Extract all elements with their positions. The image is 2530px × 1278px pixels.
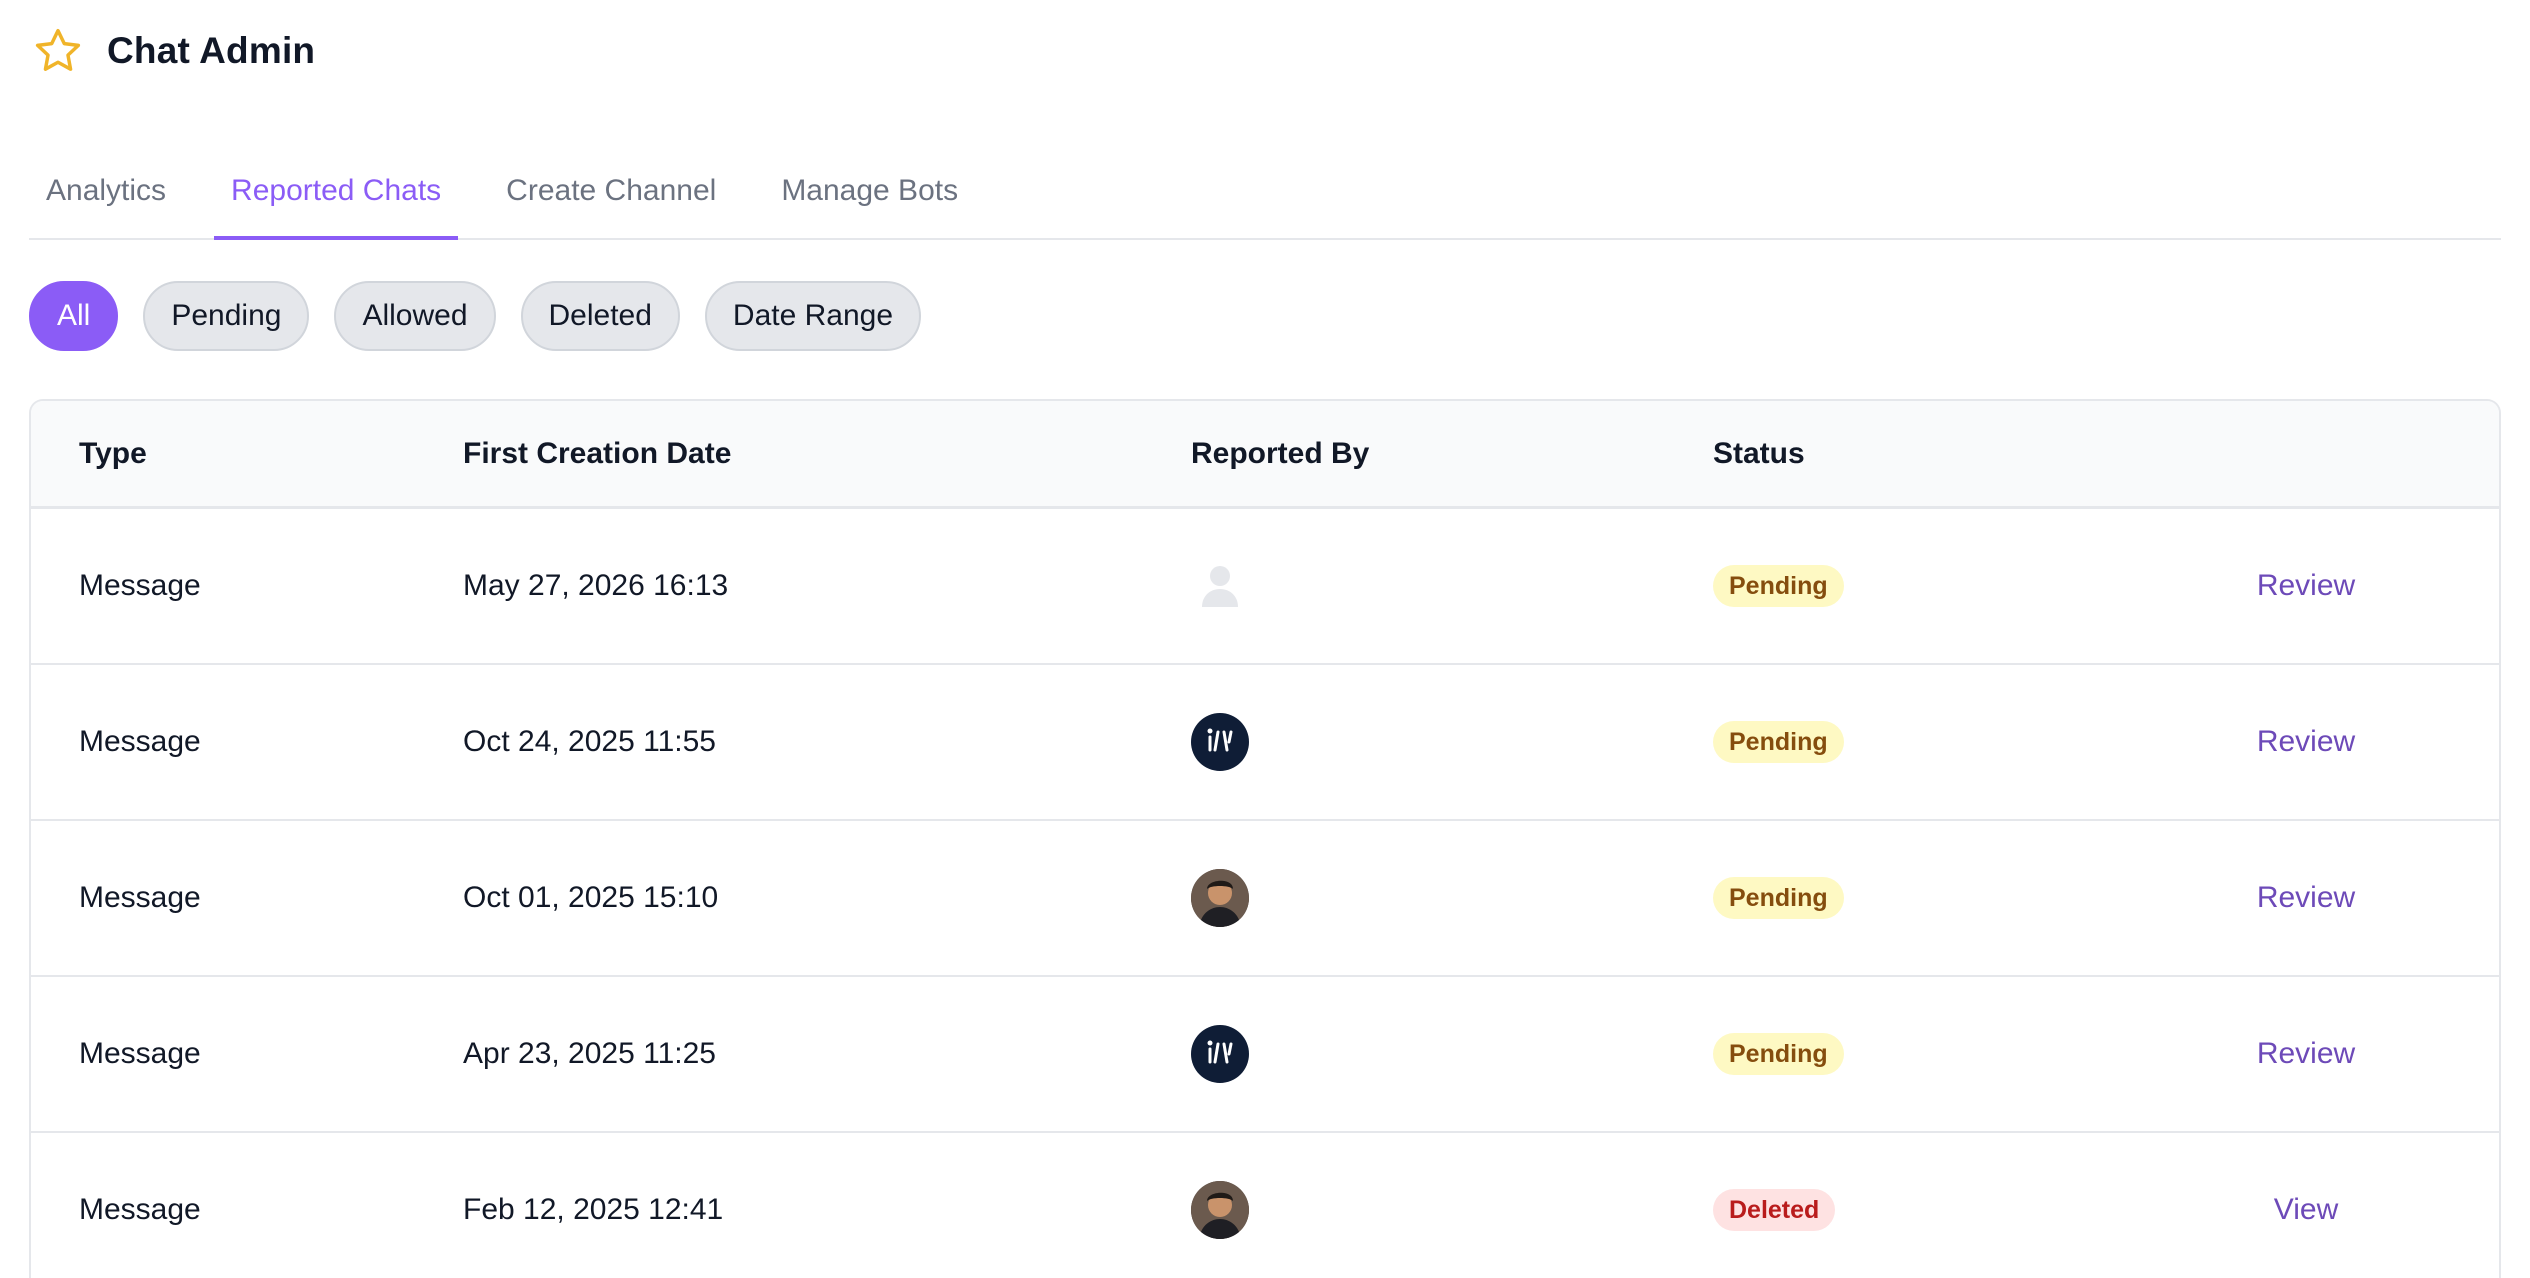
column-header-date: First Creation Date [463, 436, 732, 470]
logo-avatar[interactable] [1191, 1025, 1249, 1083]
table-row[interactable]: Message Apr 23, 2025 11:25 Pending Revie… [31, 977, 2499, 1133]
review-link[interactable]: Review [2257, 725, 2355, 758]
reported-chats-table: Type First Creation Date Reported By Sta… [29, 399, 2501, 1278]
column-header-reported-by: Reported By [1191, 436, 1370, 470]
row-date: Apr 23, 2025 11:25 [463, 1037, 716, 1070]
tab-analytics[interactable]: Analytics [29, 142, 183, 240]
status-badge: Deleted [1713, 1189, 1836, 1231]
column-header-status: Status [1713, 436, 1805, 470]
row-type: Message [79, 725, 201, 758]
view-link[interactable]: View [2274, 1193, 2338, 1226]
row-type: Message [79, 881, 201, 914]
tab-manage-bots[interactable]: Manage Bots [764, 142, 975, 240]
filter-date-range-chip[interactable]: Date Range [704, 281, 922, 351]
row-type: Message [79, 1037, 201, 1070]
page: Chat Admin Analytics Reported Chats Crea… [0, 0, 2530, 1278]
photo-avatar[interactable] [1191, 1181, 1249, 1239]
filter-pending-chip[interactable]: Pending [143, 281, 310, 351]
status-badge: Pending [1713, 877, 1844, 919]
default-user-avatar[interactable] [1191, 557, 1249, 615]
filter-all-chip[interactable]: All [29, 281, 119, 351]
status-badge: Pending [1713, 565, 1844, 607]
tab-create-channel[interactable]: Create Channel [489, 142, 733, 240]
review-link[interactable]: Review [2257, 881, 2355, 914]
star-icon[interactable] [31, 24, 85, 78]
logo-avatar[interactable] [1191, 713, 1249, 771]
row-type: Message [79, 569, 201, 602]
app-title: Chat Admin [107, 30, 316, 71]
app-header: Chat Admin [29, 0, 2501, 102]
row-date: Oct 01, 2025 15:10 [463, 881, 719, 914]
filter-deleted-chip[interactable]: Deleted [520, 281, 680, 351]
row-date: Oct 24, 2025 11:55 [463, 725, 716, 758]
filter-allowed-chip[interactable]: Allowed [334, 281, 496, 351]
filter-chips: All Pending Allowed Deleted Date Range [29, 280, 2501, 352]
table-header: Type First Creation Date Reported By Sta… [31, 401, 2499, 509]
status-badge: Pending [1713, 721, 1844, 763]
row-type: Message [79, 1193, 201, 1226]
status-badge: Pending [1713, 1033, 1844, 1075]
row-date: Feb 12, 2025 12:41 [463, 1193, 724, 1226]
review-link[interactable]: Review [2257, 1037, 2355, 1070]
photo-avatar[interactable] [1191, 869, 1249, 927]
table-row[interactable]: Message Oct 01, 2025 15:10 Pending Revie… [31, 821, 2499, 977]
column-header-type: Type [79, 436, 147, 470]
tab-reported-chats[interactable]: Reported Chats [214, 142, 459, 240]
row-date: May 27, 2026 16:13 [463, 569, 729, 602]
tab-bar: Analytics Reported Chats Create Channel … [29, 142, 2501, 240]
table-row[interactable]: Message Feb 12, 2025 12:41 Deleted View [31, 1133, 2499, 1278]
table-row[interactable]: Message May 27, 2026 16:13 Pending Revie… [31, 509, 2499, 665]
review-link[interactable]: Review [2257, 569, 2355, 602]
table-row[interactable]: Message Oct 24, 2025 11:55 Pending Revie… [31, 665, 2499, 821]
